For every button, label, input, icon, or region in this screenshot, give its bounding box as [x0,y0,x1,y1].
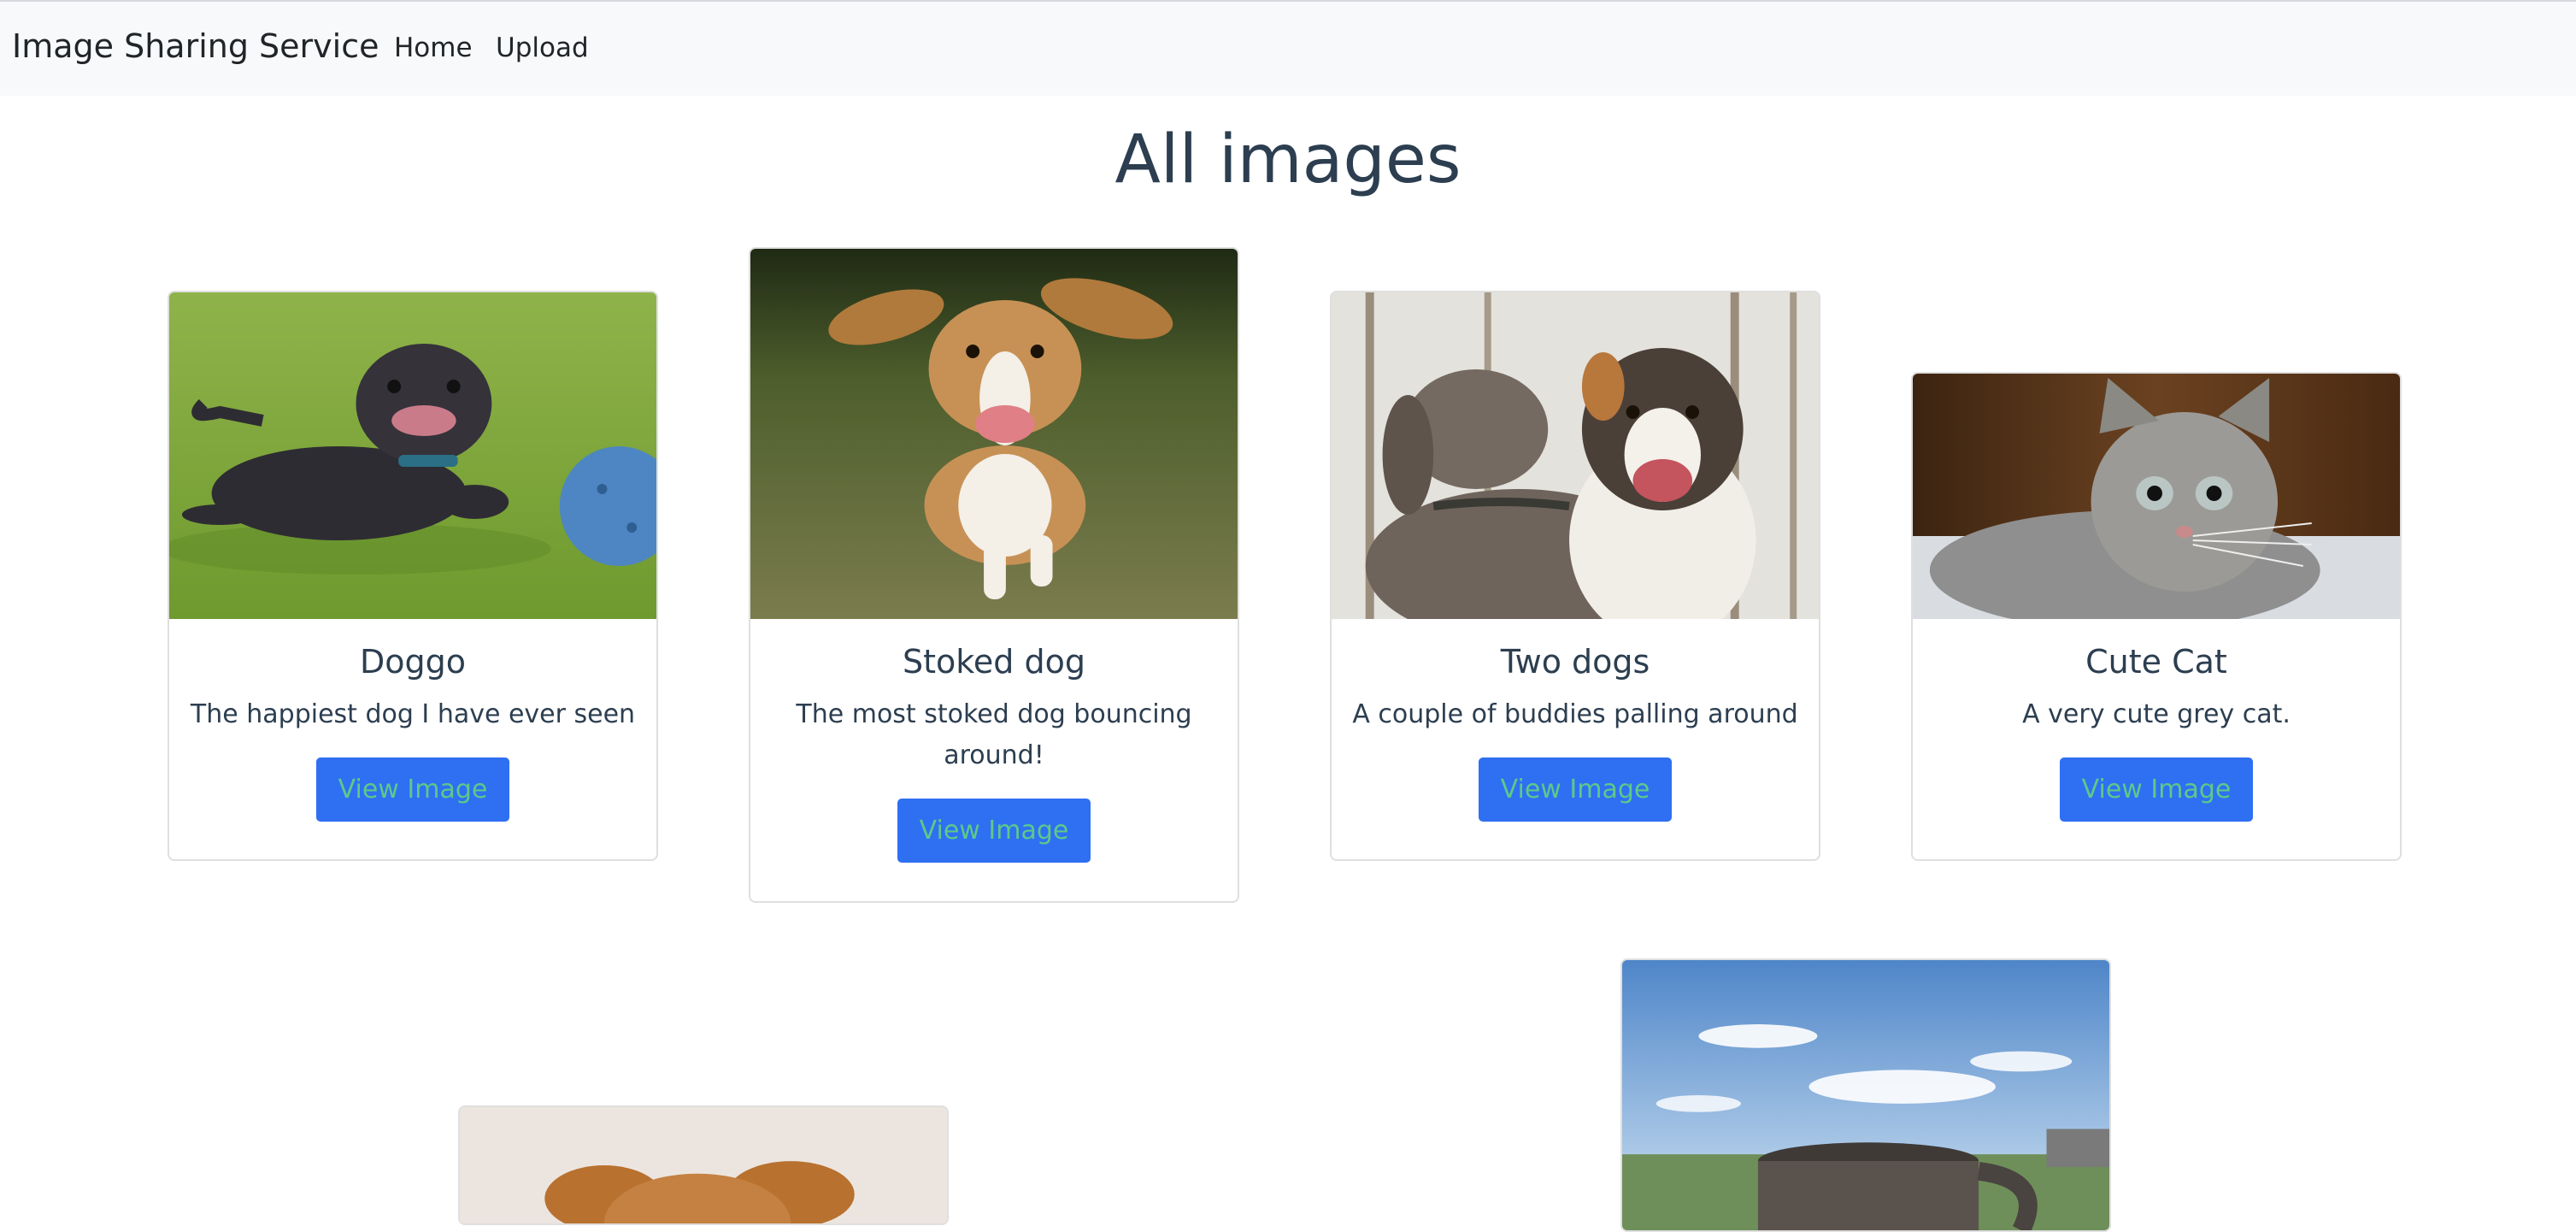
nav-link-home[interactable]: Home [394,32,473,63]
view-image-button[interactable]: View Image [1478,757,1673,822]
navbar-brand[interactable]: Image Sharing Service [12,27,379,65]
image-card: Doggo The happiest dog I have ever seen … [168,291,658,861]
view-image-button[interactable]: View Image [2059,757,2254,822]
card-description: The happiest dog I have ever seen [190,699,636,729]
card-description: A couple of buddies palling around [1352,699,1798,729]
image-card: Two dogs A couple of buddies palling aro… [1330,291,1820,861]
image-card [458,1105,949,1225]
card-image-cat [1913,374,2400,619]
view-image-button[interactable]: View Image [897,799,1091,863]
card-title: Cute Cat [2085,643,2227,681]
card-title: Two dogs [1500,643,1650,681]
card-description: The most stoked dog bouncing around! [796,699,1192,770]
page-title: All images [1115,121,1461,198]
card-description: A very cute grey cat. [2022,699,2291,729]
view-image-button[interactable]: View Image [315,757,510,822]
image-card: Stoked dog The most stoked dog bouncing … [749,247,1239,903]
card-image-dog [460,1107,947,1223]
card-image-dog [169,292,656,619]
card-image-dog [750,249,1238,619]
card-title: Stoked dog [903,643,1085,681]
card-image-mug [1622,960,2109,1230]
image-card [1620,958,2111,1232]
card-title: Doggo [359,643,466,681]
nav-link-upload[interactable]: Upload [496,32,589,63]
card-image-dogs [1332,292,1819,619]
navbar: Image Sharing Service Home Upload [0,0,2576,96]
image-card: Cute Cat A very cute grey cat. View Imag… [1911,372,2402,861]
